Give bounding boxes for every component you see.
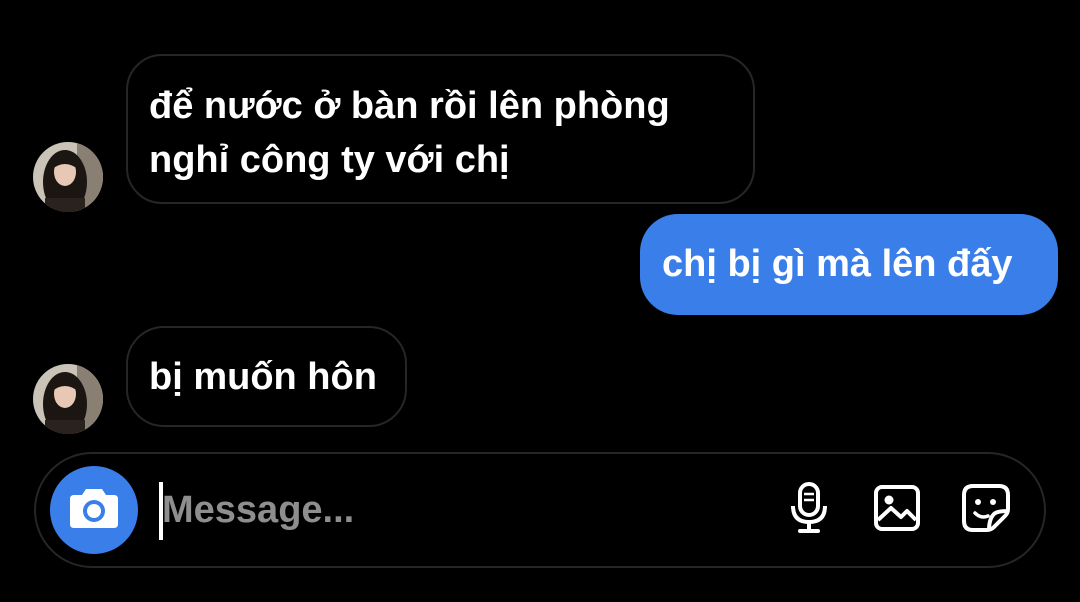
contact-avatar[interactable] — [33, 364, 103, 434]
contact-avatar[interactable] — [33, 142, 103, 212]
gallery-button[interactable] — [869, 482, 925, 538]
outgoing-message-bubble[interactable]: chị bị gì mà lên đấy — [640, 214, 1058, 315]
camera-button[interactable] — [50, 466, 138, 554]
gallery-icon — [873, 484, 921, 537]
message-input[interactable] — [162, 480, 722, 540]
voice-message-button[interactable] — [781, 481, 837, 539]
message-text: bị muốn hôn — [149, 356, 377, 398]
message-text: chị bị gì mà lên đấy — [662, 243, 1013, 285]
message-composer — [34, 452, 1046, 568]
message-text: để nước ở bàn rồi lên phòng nghỉ công ty… — [149, 85, 670, 181]
incoming-message-bubble[interactable]: để nước ở bàn rồi lên phòng nghỉ công ty… — [126, 54, 755, 204]
camera-icon — [69, 487, 119, 534]
incoming-message-bubble[interactable]: bị muốn hôn — [126, 326, 407, 427]
sticker-icon — [961, 483, 1011, 538]
sticker-button[interactable] — [958, 482, 1014, 538]
microphone-icon — [789, 481, 829, 539]
